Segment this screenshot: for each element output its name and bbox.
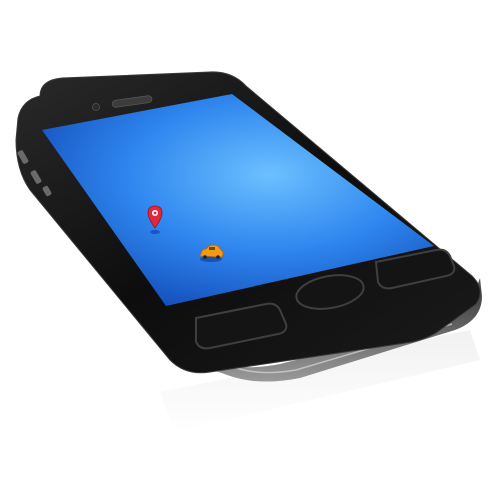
- front-camera-icon: [92, 103, 100, 111]
- phone-scene: [0, 0, 500, 500]
- phone-illustration: [15, 71, 482, 432]
